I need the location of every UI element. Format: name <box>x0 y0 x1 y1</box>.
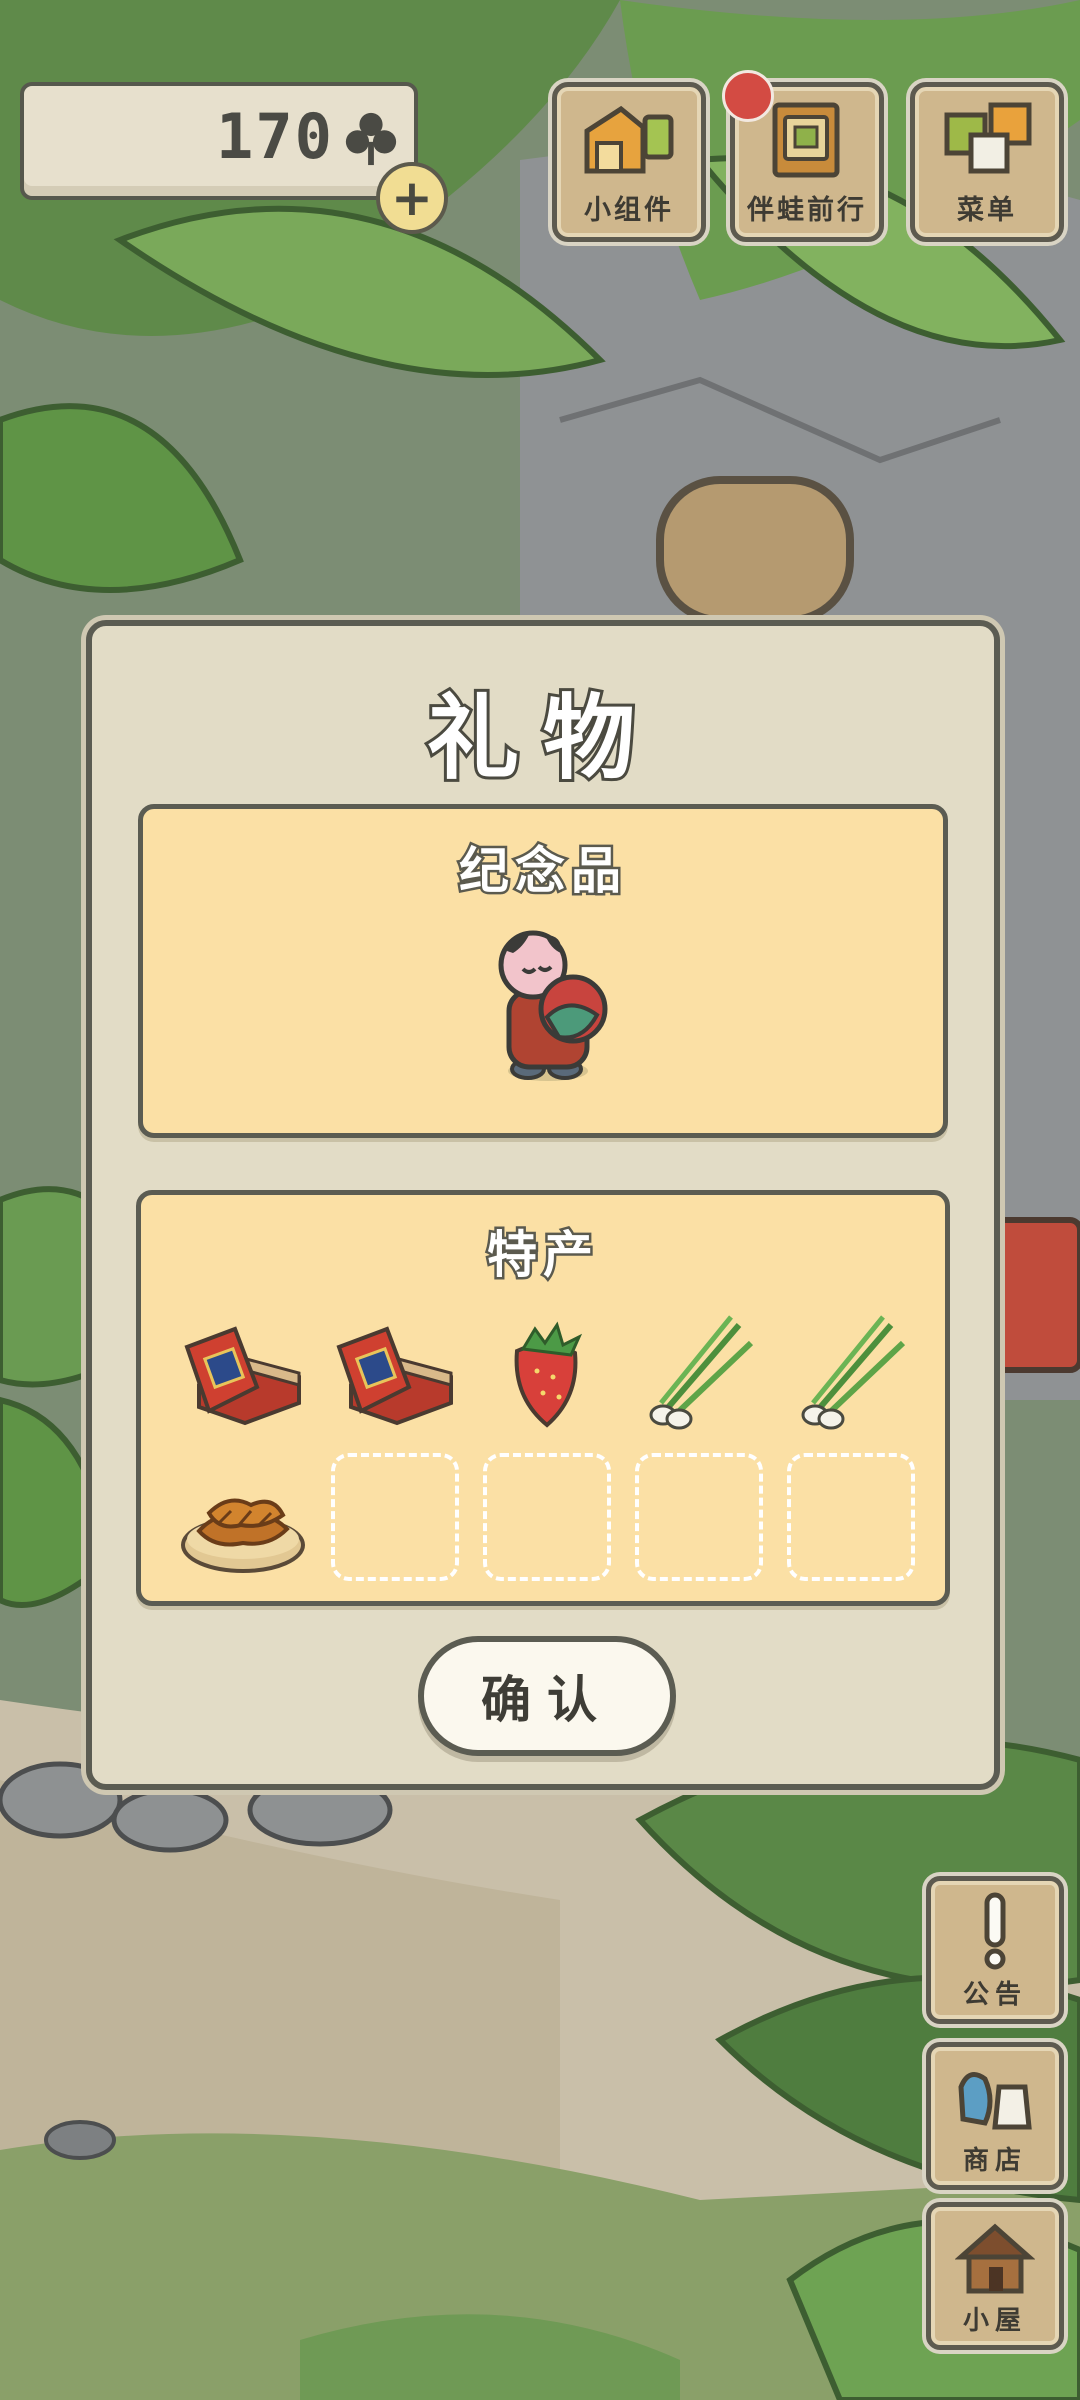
empty-slot-7 <box>331 1453 459 1581</box>
house-label: 小屋 <box>962 2306 1027 2336</box>
doll-figurine-icon[interactable] <box>473 921 623 1091</box>
widget-label: 小组件 <box>584 195 674 226</box>
item-slot-1[interactable] <box>179 1307 307 1435</box>
gift-box-icon <box>336 1326 453 1426</box>
empty-slot-10 <box>787 1453 915 1581</box>
shop-label: 商店 <box>962 2146 1027 2176</box>
green-onion-icon <box>801 1315 906 1430</box>
confirm-button[interactable]: 确认 <box>418 1636 676 1756</box>
empty-slot-8 <box>483 1453 611 1581</box>
dialog-title: 礼物 <box>424 682 659 795</box>
item-slot-4[interactable] <box>635 1307 763 1435</box>
item-slot-6[interactable] <box>179 1453 307 1581</box>
house-icon <box>955 2223 1035 2294</box>
empty-slot-9 <box>635 1453 763 1581</box>
album-icon <box>772 102 840 178</box>
specialty-title: 特产 <box>485 1224 599 1287</box>
menu-button[interactable]: 菜单 <box>910 82 1064 242</box>
shop-button[interactable]: 商店 <box>926 2042 1064 2190</box>
green-onion-icon <box>649 1315 754 1430</box>
fried-dough-twists-icon <box>181 1498 305 1573</box>
menu-icon <box>944 102 1032 174</box>
plus-icon: + <box>391 169 433 227</box>
gift-dialog: 礼物 纪念品 特产 确认 <box>86 620 1000 1790</box>
house-button[interactable]: 小屋 <box>926 2202 1064 2350</box>
strawberry-icon <box>514 1321 583 1428</box>
specialty-panel: 特产 <box>136 1190 950 1606</box>
item-slot-5[interactable] <box>787 1307 915 1435</box>
gift-box-icon <box>184 1326 301 1426</box>
item-slot-2[interactable] <box>331 1307 459 1435</box>
item-slot-3[interactable] <box>483 1307 611 1435</box>
clover-counter: 170 <box>20 82 418 200</box>
widget-icon <box>584 105 674 174</box>
shop-bag-icon <box>958 2072 1032 2130</box>
notice-label: 公告 <box>962 1980 1027 2010</box>
notification-badge <box>722 70 774 122</box>
exclamation-icon <box>984 1892 1006 1970</box>
notice-button[interactable]: 公告 <box>926 1876 1064 2024</box>
souvenir-panel: 纪念品 <box>138 804 948 1138</box>
souvenir-title: 纪念品 <box>457 840 627 903</box>
menu-label: 菜单 <box>957 195 1017 226</box>
journey-label: 伴蛙前行 <box>747 195 867 226</box>
clover-count: 170 <box>216 100 334 173</box>
clover-icon <box>345 112 397 166</box>
add-clover-button[interactable]: + <box>376 162 448 234</box>
widget-button[interactable]: 小组件 <box>552 82 706 242</box>
